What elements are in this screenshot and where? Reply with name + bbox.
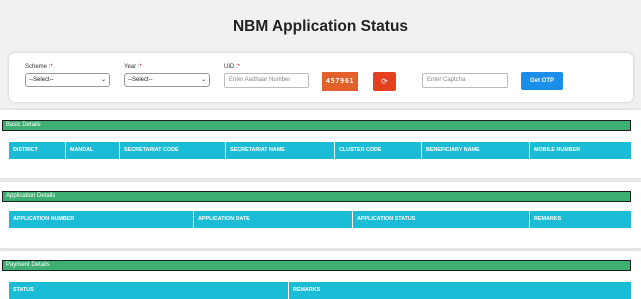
refresh-icon: ⟳ (381, 77, 388, 86)
chevron-down-icon: ⌄ (100, 77, 106, 83)
get-otp-button[interactable]: Get OTP (521, 72, 563, 90)
column-header: MANDAL (66, 142, 120, 159)
column-header: MOBILE NUMBER (534, 147, 581, 153)
refresh-captcha-button[interactable]: ⟳ (373, 72, 396, 91)
column-header: APPLICATION NUMBER (9, 211, 194, 228)
uid-label: UID :* (224, 64, 241, 70)
captcha-image: 457961 (322, 72, 358, 91)
column-header: REMARKS (293, 287, 321, 293)
basic-details-header: Basic Details (2, 120, 631, 131)
scheme-label: Scheme :* (25, 64, 53, 70)
year-select[interactable]: --Select-- ⌄ (124, 73, 210, 87)
column-header: BENEFICIARY NAME (422, 142, 530, 159)
column-header: CLUSTER CODE (335, 142, 422, 159)
basic-details-table-header: DISTRICT MANDAL SECRETARIAT CODE SECRETA… (9, 142, 631, 159)
column-header: APPLICATION STATUS (353, 211, 530, 228)
application-details-table-header: APPLICATION NUMBER APPLICATION DATE APPL… (9, 211, 631, 228)
captcha-input[interactable]: Enter Captcha (422, 73, 508, 88)
payment-details-header: Payment Details (2, 260, 631, 271)
aadhaar-input[interactable]: Enter Aadhaar Number (224, 73, 309, 88)
year-label: Year :* (124, 64, 142, 70)
column-header: DISTRICT (9, 142, 66, 159)
application-details-header: Application Details (2, 191, 631, 202)
column-header: SECRETARIAT CODE (120, 142, 226, 159)
column-header: STATUS (9, 282, 289, 299)
page-title: NBM Application Status (232, 18, 409, 35)
column-header: SECRETARIAT NAME (226, 142, 335, 159)
scheme-select[interactable]: --Select-- ⌄ (25, 73, 110, 87)
column-header: APPLICATION DATE (194, 211, 353, 228)
column-header: REMARKS (534, 216, 562, 222)
payment-details-table-header: STATUS REMARKS (9, 282, 631, 299)
chevron-down-icon: ⌄ (200, 77, 206, 83)
